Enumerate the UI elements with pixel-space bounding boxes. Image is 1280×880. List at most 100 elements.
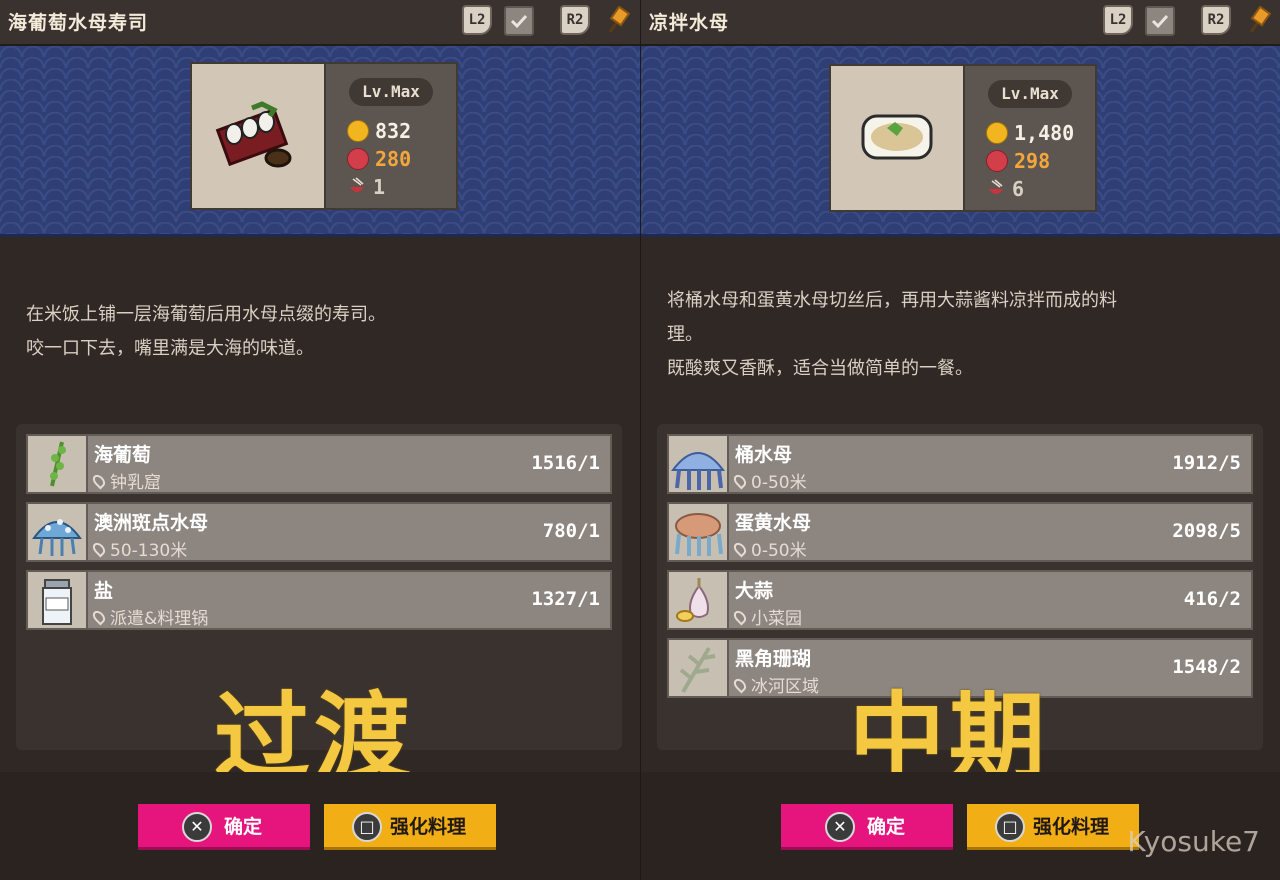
egg-yolk-jellyfish-icon bbox=[669, 504, 729, 560]
price-value: 1,480 bbox=[1014, 121, 1075, 145]
pin-icon[interactable] bbox=[604, 5, 631, 36]
watermark: Kyosuke7 bbox=[1127, 825, 1260, 858]
ingredient-row[interactable]: 大蒜 小菜园 416/2 bbox=[667, 570, 1253, 630]
ingredient-location: 钟乳窟 bbox=[90, 468, 161, 493]
jellyfish-salad-image bbox=[831, 66, 965, 210]
title-bar: 凉拌水母 L2 R2 bbox=[641, 0, 1280, 46]
coin-icon bbox=[986, 121, 1008, 144]
location-text: 派遣&料理锅 bbox=[110, 609, 209, 629]
r2-button[interactable]: R2 bbox=[1201, 5, 1231, 35]
location-text: 钟乳窟 bbox=[110, 473, 161, 493]
ingredient-row[interactable]: 蛋黄水母 0-50米 2098/5 bbox=[667, 502, 1253, 562]
l2-button[interactable]: L2 bbox=[462, 5, 492, 35]
description-line: 在米饭上铺一层海葡萄后用水母点缀的寿司。 bbox=[26, 304, 386, 325]
count-value: 1 bbox=[373, 175, 386, 199]
location-pin-icon bbox=[731, 676, 749, 694]
ingredient-quantity: 1327/1 bbox=[531, 588, 600, 610]
ingredient-quantity: 1548/2 bbox=[1172, 656, 1241, 678]
location-pin-icon bbox=[731, 608, 749, 626]
flavor-value: 298 bbox=[1014, 149, 1051, 173]
left-recipe-panel: 海葡萄水母寿司 L2 R2 Lv.Max 832 280 1 在米饭上铺一层海葡… bbox=[0, 0, 640, 880]
check-icon[interactable] bbox=[1145, 6, 1175, 36]
location-text: 冰河区域 bbox=[751, 677, 819, 697]
ingredient-location: 50-130米 bbox=[90, 536, 188, 561]
title-bar: 海葡萄水母寿司 L2 R2 bbox=[0, 0, 640, 46]
l2-button[interactable]: L2 bbox=[1103, 5, 1133, 35]
ingredient-quantity: 2098/5 bbox=[1172, 520, 1241, 542]
square-button-icon: □ bbox=[352, 812, 382, 842]
ingredient-quantity: 416/2 bbox=[1183, 588, 1241, 610]
barrel-jellyfish-icon bbox=[669, 436, 729, 492]
location-pin-icon bbox=[90, 540, 108, 558]
ingredient-name: 蛋黄水母 bbox=[735, 512, 812, 534]
cross-button-icon: ✕ bbox=[182, 812, 212, 842]
ingredient-name: 大蒜 bbox=[735, 580, 774, 602]
enhance-dish-button[interactable]: □ 强化料理 bbox=[324, 804, 496, 850]
right-recipe-panel: 凉拌水母 L2 R2 Lv.Max 1,480 298 6 将桶水母和蛋黄水母切… bbox=[640, 0, 1280, 880]
ingredient-location: 冰河区域 bbox=[731, 672, 819, 697]
location-text: 0-50米 bbox=[751, 541, 807, 561]
ingredient-location: 小菜园 bbox=[731, 604, 802, 629]
dish-stats: Lv.Max 832 280 1 bbox=[324, 64, 456, 208]
flavor-value: 280 bbox=[375, 147, 412, 171]
enhance-dish-button[interactable]: □ 强化料理 bbox=[967, 804, 1139, 850]
location-text: 50-130米 bbox=[110, 541, 188, 561]
ingredient-quantity: 1516/1 bbox=[531, 452, 600, 474]
enhance-label: 强化料理 bbox=[1033, 816, 1110, 838]
square-button-icon: □ bbox=[995, 812, 1025, 842]
dish-description: 将桶水母和蛋黄水母切丝后，再用大蒜酱料凉拌而成的料 理。 既酸爽又香酥，适合当做… bbox=[667, 284, 1257, 386]
salt-icon bbox=[28, 572, 88, 628]
ingredient-name: 盐 bbox=[94, 580, 114, 602]
ingredient-row[interactable]: 澳洲斑点水母 50-130米 780/1 bbox=[26, 502, 612, 562]
level-badge: Lv.Max bbox=[988, 80, 1072, 108]
enhance-label: 强化料理 bbox=[390, 816, 467, 838]
count-stat: 6 bbox=[986, 176, 1024, 202]
description-line: 既酸爽又香酥，适合当做简单的一餐。 bbox=[667, 358, 973, 379]
garlic-icon bbox=[669, 572, 729, 628]
price-stat: 1,480 bbox=[986, 120, 1074, 146]
sushi-dish-image bbox=[192, 64, 326, 208]
ingredient-name: 黑角珊瑚 bbox=[735, 648, 812, 670]
bowl-icon bbox=[986, 178, 1006, 199]
count-stat: 1 bbox=[347, 174, 385, 200]
ingredient-row[interactable]: 海葡萄 钟乳窟 1516/1 bbox=[26, 434, 612, 494]
ingredient-location: 派遣&料理锅 bbox=[90, 604, 209, 629]
location-text: 小菜园 bbox=[751, 609, 802, 629]
ingredient-name: 澳洲斑点水母 bbox=[94, 512, 209, 534]
ingredient-quantity: 780/1 bbox=[542, 520, 600, 542]
flavor-stat: 298 bbox=[986, 148, 1050, 174]
description-line: 理。 bbox=[667, 324, 703, 345]
location-pin-icon bbox=[731, 540, 749, 558]
ingredient-row[interactable]: 盐 派遣&料理锅 1327/1 bbox=[26, 570, 612, 630]
location-text: 0-50米 bbox=[751, 473, 807, 493]
cross-button-icon: ✕ bbox=[825, 812, 855, 842]
sea-grape-icon bbox=[28, 436, 88, 492]
dish-card: Lv.Max 832 280 1 bbox=[190, 62, 458, 210]
dish-description: 在米饭上铺一层海葡萄后用水母点缀的寿司。 咬一口下去，嘴里满是大海的味道。 bbox=[26, 298, 616, 366]
ingredient-name: 海葡萄 bbox=[94, 444, 152, 466]
flavor-icon bbox=[986, 149, 1008, 172]
location-pin-icon bbox=[731, 472, 749, 490]
black-coral-icon bbox=[669, 640, 729, 696]
confirm-label: 确定 bbox=[224, 816, 263, 838]
price-value: 832 bbox=[375, 119, 412, 143]
description-line: 将桶水母和蛋黄水母切丝后，再用大蒜酱料凉拌而成的料 bbox=[667, 290, 1117, 311]
level-badge: Lv.Max bbox=[349, 78, 433, 106]
r2-button[interactable]: R2 bbox=[560, 5, 590, 35]
recipe-title: 凉拌水母 bbox=[649, 12, 730, 34]
confirm-button[interactable]: ✕ 确定 bbox=[781, 804, 953, 850]
count-value: 6 bbox=[1012, 177, 1025, 201]
bowl-icon bbox=[347, 176, 367, 197]
confirm-label: 确定 bbox=[867, 816, 906, 838]
dish-card: Lv.Max 1,480 298 6 bbox=[829, 64, 1097, 212]
ingredient-location: 0-50米 bbox=[731, 468, 807, 493]
pin-icon[interactable] bbox=[1245, 5, 1272, 36]
spotted-jellyfish-icon bbox=[28, 504, 88, 560]
recipe-title: 海葡萄水母寿司 bbox=[8, 12, 149, 34]
check-icon[interactable] bbox=[504, 6, 534, 36]
flavor-icon bbox=[347, 147, 369, 170]
confirm-button[interactable]: ✕ 确定 bbox=[138, 804, 310, 850]
footer-bar bbox=[0, 772, 640, 880]
ingredient-quantity: 1912/5 bbox=[1172, 452, 1241, 474]
ingredient-row[interactable]: 桶水母 0-50米 1912/5 bbox=[667, 434, 1253, 494]
